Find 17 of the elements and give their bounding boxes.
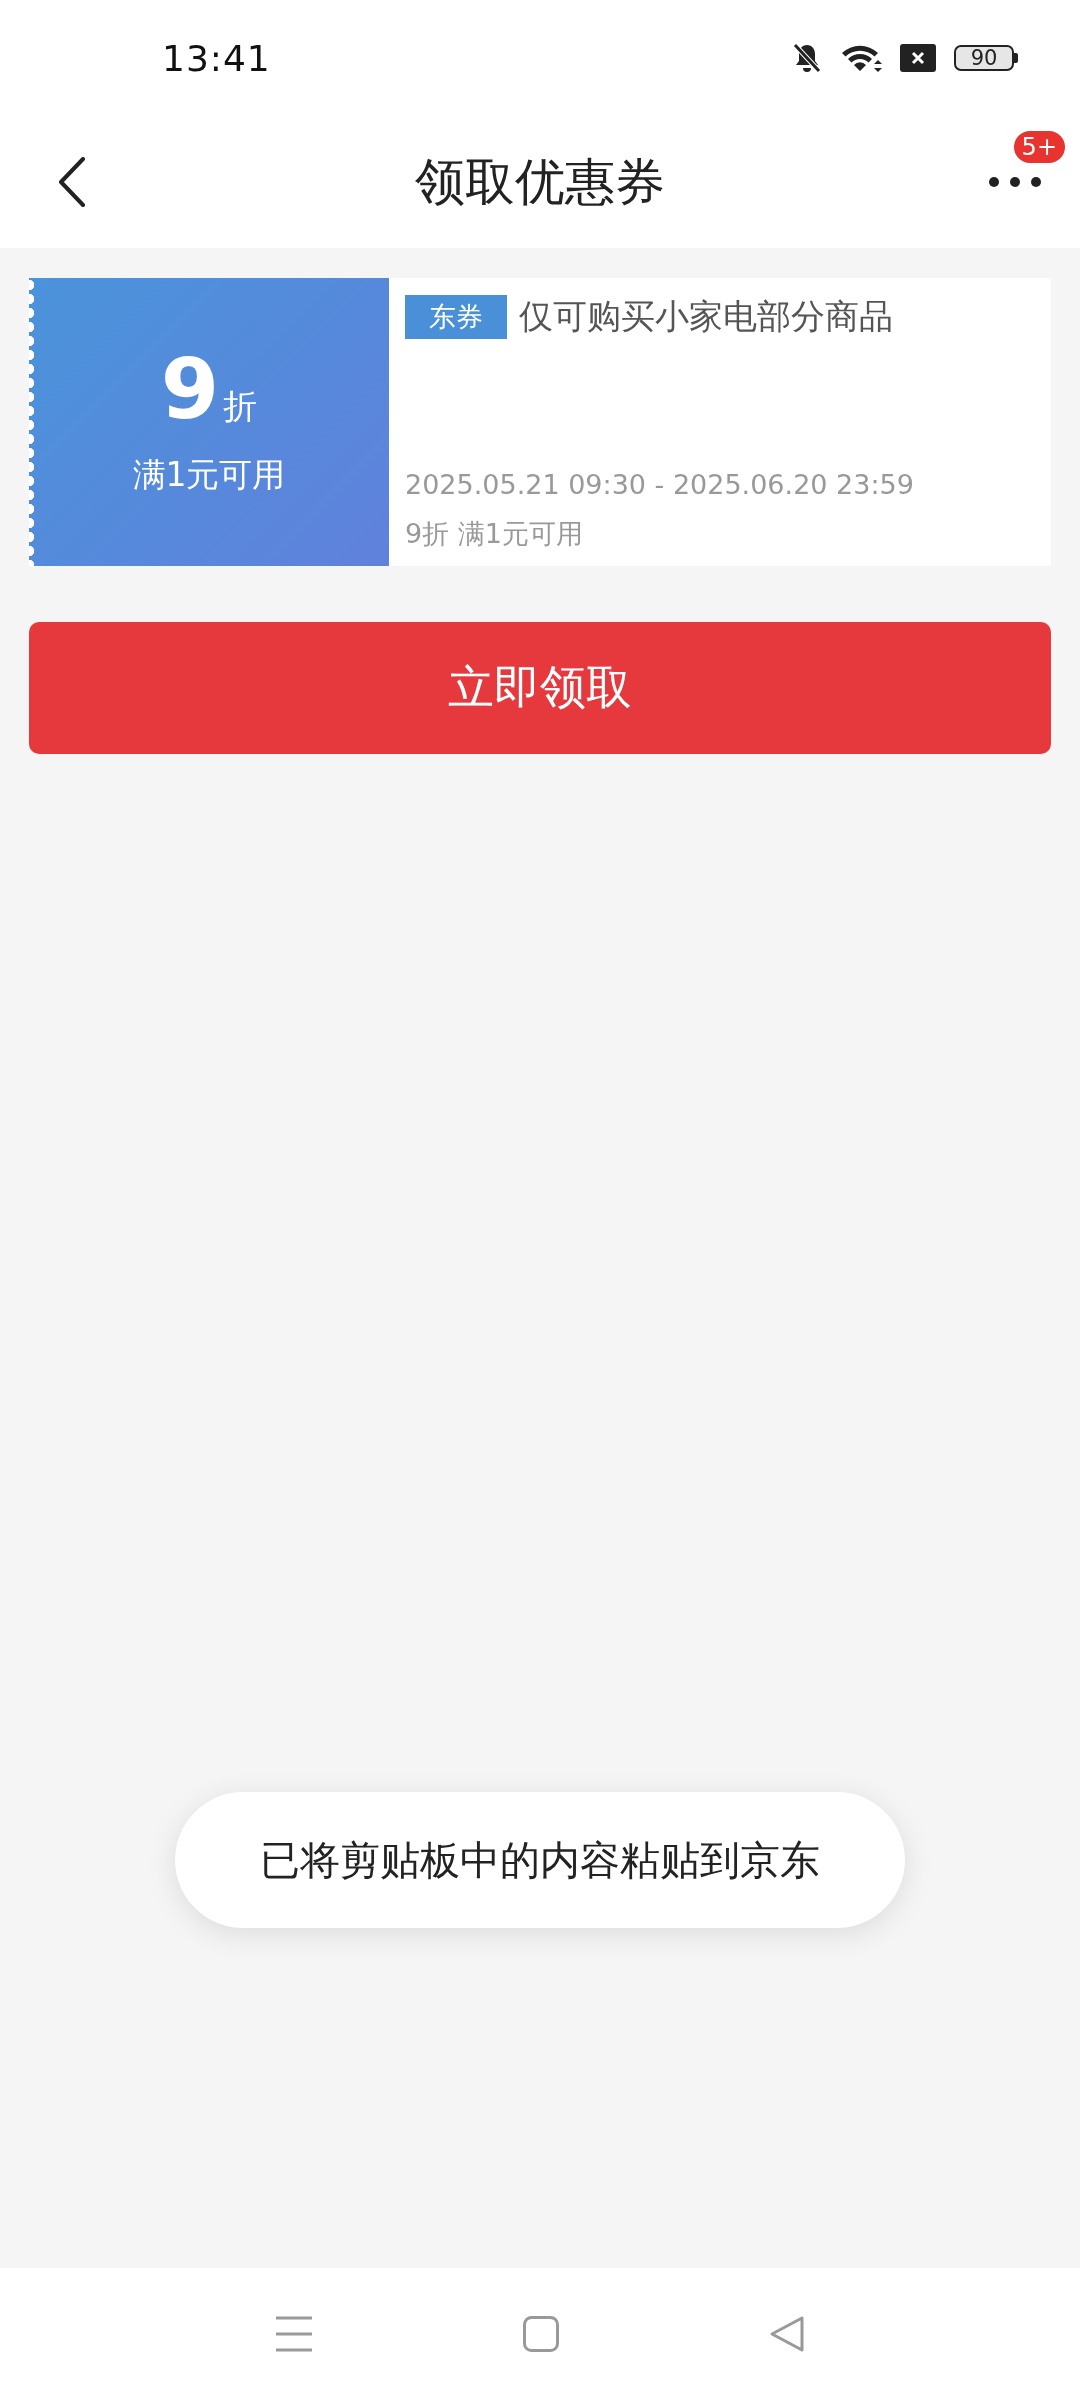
validity-period: 2025.05.21 09:30 - 2025.06.20 23:59: [405, 469, 915, 500]
muted-bell-icon: [792, 42, 822, 74]
claim-button[interactable]: 立即领取: [29, 622, 1051, 754]
no-sim-icon: [900, 44, 936, 72]
home-icon[interactable]: [523, 2316, 559, 2352]
status-time: 13:41: [162, 37, 272, 79]
coupon-condition: 满1元可用: [132, 453, 286, 496]
coupon-summary: 9折 满1元可用: [405, 517, 584, 551]
discount-unit: 折: [223, 384, 258, 428]
menu-icon[interactable]: [275, 2315, 313, 2353]
discount-value: 9: [160, 346, 220, 431]
more-icon[interactable]: [988, 176, 1042, 188]
page-title: 领取优惠券: [415, 151, 665, 213]
coupon-tag: 东券: [405, 295, 507, 339]
back-icon[interactable]: [58, 157, 86, 207]
toast-message: 已将剪贴板中的内容粘贴到京东: [260, 1835, 820, 1885]
coupon-description: 仅可购买小家电部分商品: [519, 295, 893, 338]
